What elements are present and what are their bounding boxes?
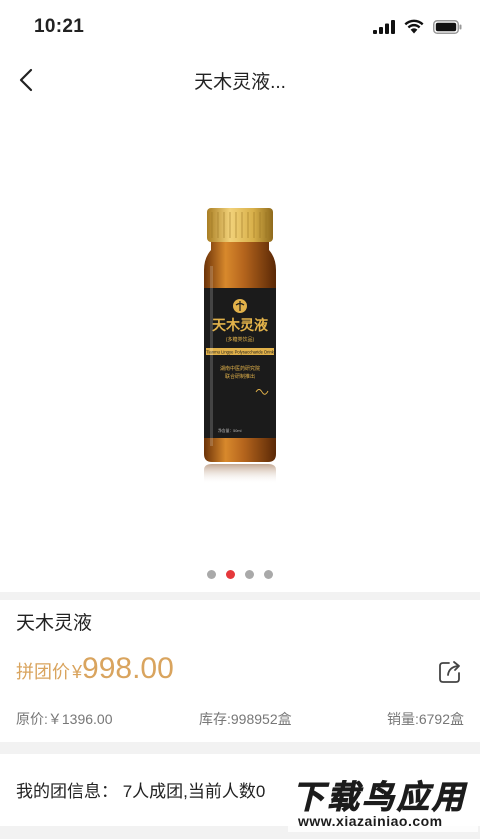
watermark-title: 下载鸟应用 [291, 779, 468, 816]
wifi-icon [404, 19, 424, 34]
nav-bar: 天木灵液... [0, 54, 480, 106]
share-button[interactable] [436, 658, 464, 686]
watermark-url: www.xiazainiao.com [298, 813, 443, 829]
page-title: 天木灵液... [194, 72, 286, 93]
price-label: 拼团价 [16, 662, 70, 682]
watermark: 下载鸟应用 www.xiazainiao.com [288, 770, 478, 832]
signal-icon [373, 19, 395, 34]
status-time: 10:21 [34, 16, 85, 37]
bottle-sub: (多糖类饮品) [226, 336, 255, 343]
original-price: 原价:￥1396.00 [16, 711, 113, 727]
carousel-dot[interactable] [207, 570, 216, 579]
carousel-dot[interactable] [245, 570, 254, 579]
status-icons [373, 19, 462, 34]
sales-count: 销量:6792盒 [386, 711, 464, 727]
bottle-brand: 天木灵液 [212, 317, 269, 333]
bottle-line1: 湖南中医药研究院 [220, 365, 260, 372]
group-price: 拼团价 ¥ 998.00 [16, 652, 174, 686]
carousel-indicator [0, 570, 480, 579]
product-info: 天木灵液 拼团价 ¥ 998.00 原价:￥1396.00 库存:998952盒… [0, 600, 480, 742]
bottle-line2: 联合研制推出 [225, 373, 255, 380]
product-gallery[interactable]: 天木灵液 (多糖类饮品) Tianmu Lingye Polysaccharid… [0, 106, 480, 592]
bottle-volume: 净含量：50ml [218, 428, 242, 433]
status-bar: 10:21 [0, 0, 480, 54]
group-info-text: 我的团信息： 7人成团,当前人数0 [16, 782, 266, 801]
product-image: 天木灵液 (多糖类饮品) Tianmu Lingye Polysaccharid… [204, 208, 276, 484]
battery-icon [433, 19, 462, 34]
product-name: 天木灵液 [16, 613, 93, 634]
share-icon [439, 661, 460, 683]
bottle-english: Tianmu Lingye Polysaccharide Drink [206, 350, 275, 355]
stock-count: 库存:998952盒 [199, 711, 292, 727]
currency-symbol: ¥ [72, 662, 83, 682]
price-value: 998.00 [82, 652, 174, 685]
carousel-dot-active[interactable] [226, 570, 235, 579]
carousel-dot[interactable] [264, 570, 273, 579]
